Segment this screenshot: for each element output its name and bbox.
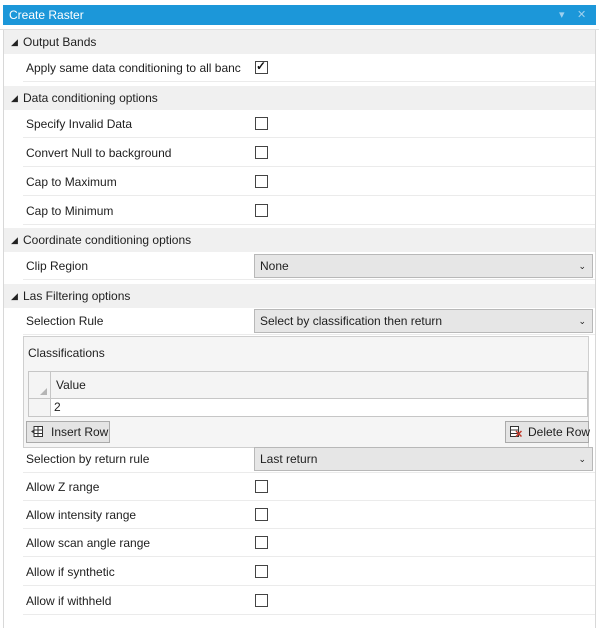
section-las-filtering[interactable]: ◢ Las Filtering options — [4, 284, 595, 308]
collapse-triangle-icon[interactable]: ◢ — [11, 86, 18, 110]
row-label: Allow intensity range — [26, 508, 137, 522]
row-label: Allow if synthetic — [26, 565, 115, 579]
allow-intensity-checkbox[interactable] — [255, 508, 268, 521]
row-clip-region: Clip Region None ⌄ — [23, 252, 595, 280]
delete-row-button[interactable]: Delete Row — [505, 421, 591, 443]
chevron-down-icon: ⌄ — [578, 454, 586, 464]
pin-dropdown-icon[interactable]: ▾ — [559, 5, 565, 25]
classifications-grid: Value 2 — [28, 371, 588, 417]
row-allow-synthetic: Allow if synthetic — [23, 558, 595, 586]
row-cap-minimum: Cap to Minimum — [23, 197, 595, 225]
row-label: Apply same data conditioning to all banc — [26, 61, 241, 75]
classifications-title: Classifications — [28, 346, 105, 360]
table-row[interactable]: 2 — [29, 399, 587, 416]
row-label: Allow Z range — [26, 480, 100, 494]
clip-region-dropdown[interactable]: None ⌄ — [254, 254, 593, 278]
section-title: Las Filtering options — [23, 289, 131, 303]
collapse-triangle-icon[interactable]: ◢ — [11, 228, 18, 252]
row-convert-null: Convert Null to background — [23, 139, 595, 167]
section-title: Coordinate conditioning options — [23, 233, 192, 247]
section-coordinate-conditioning[interactable]: ◢ Coordinate conditioning options — [4, 228, 595, 252]
row-allow-z-range: Allow Z range — [23, 473, 595, 501]
selection-rule-dropdown[interactable]: Select by classification then return ⌄ — [254, 309, 593, 333]
select-all-corner[interactable] — [29, 372, 51, 398]
row-allow-scan-angle: Allow scan angle range — [23, 529, 595, 557]
row-allow-intensity-range: Allow intensity range — [23, 501, 595, 529]
row-label: Convert Null to background — [26, 146, 172, 160]
collapse-triangle-icon[interactable]: ◢ — [11, 30, 18, 54]
allow-withheld-checkbox[interactable] — [255, 594, 268, 607]
cap-minimum-checkbox[interactable] — [255, 204, 268, 217]
window-header: Create Raster ▾ ✕ — [3, 5, 596, 25]
properties-panel: ◢ Output Bands Apply same data condition… — [3, 30, 596, 628]
row-label: Clip Region — [26, 259, 89, 273]
row-label: Allow scan angle range — [26, 536, 151, 550]
allow-scan-angle-checkbox[interactable] — [255, 536, 268, 549]
section-title: Data conditioning options — [23, 91, 158, 105]
specify-invalid-checkbox[interactable] — [255, 117, 268, 130]
allow-z-range-checkbox[interactable] — [255, 480, 268, 493]
dropdown-value: Select by classification then return — [260, 314, 443, 328]
collapse-triangle-icon[interactable]: ◢ — [11, 284, 18, 308]
row-return-rule: Selection by return rule Last return ⌄ — [23, 445, 595, 473]
row-label: Specify Invalid Data — [26, 117, 133, 131]
delete-row-icon — [510, 426, 522, 437]
grid-header: Value — [29, 372, 587, 399]
row-selection-rule: Selection Rule Select by classification … — [23, 307, 595, 335]
title-bar: Create Raster ▾ ✕ — [0, 0, 599, 30]
row-label: Cap to Maximum — [26, 175, 117, 189]
row-cap-maximum: Cap to Maximum — [23, 168, 595, 196]
row-label: Allow if withheld — [26, 594, 112, 608]
insert-row-icon — [31, 426, 43, 437]
apply-same-checkbox[interactable]: ✓ — [255, 59, 268, 74]
insert-row-button[interactable]: Insert Row — [26, 421, 110, 443]
dropdown-value: Last return — [260, 452, 318, 466]
row-label: Selection Rule — [26, 314, 104, 328]
convert-null-checkbox[interactable] — [255, 146, 268, 159]
row-allow-withheld: Allow if withheld — [23, 587, 595, 615]
chevron-down-icon: ⌄ — [578, 261, 586, 271]
row-label: Selection by return rule — [26, 452, 150, 466]
row-label: Cap to Minimum — [26, 204, 114, 218]
return-rule-dropdown[interactable]: Last return ⌄ — [254, 447, 593, 471]
window-title: Create Raster — [9, 8, 84, 22]
cap-maximum-checkbox[interactable] — [255, 175, 268, 188]
section-data-conditioning[interactable]: ◢ Data conditioning options — [4, 86, 595, 110]
section-title: Output Bands — [23, 35, 97, 49]
column-header-value[interactable]: Value — [56, 372, 86, 398]
allow-synthetic-checkbox[interactable] — [255, 565, 268, 578]
classifications-group: Classifications Value 2 Insert Row Delet… — [23, 336, 591, 448]
checkmark-icon: ✓ — [256, 59, 267, 73]
insert-row-label: Insert Row — [51, 425, 109, 439]
row-specify-invalid-data: Specify Invalid Data — [23, 110, 595, 138]
chevron-down-icon: ⌄ — [578, 316, 586, 326]
row-header[interactable] — [29, 399, 51, 416]
cell-value[interactable]: 2 — [54, 399, 61, 416]
row-apply-same-conditioning: Apply same data conditioning to all banc… — [23, 54, 595, 82]
section-output-bands[interactable]: ◢ Output Bands — [4, 30, 595, 54]
close-icon[interactable]: ✕ — [577, 5, 586, 25]
dropdown-value: None — [260, 259, 289, 273]
delete-row-label: Delete Row — [528, 425, 591, 439]
